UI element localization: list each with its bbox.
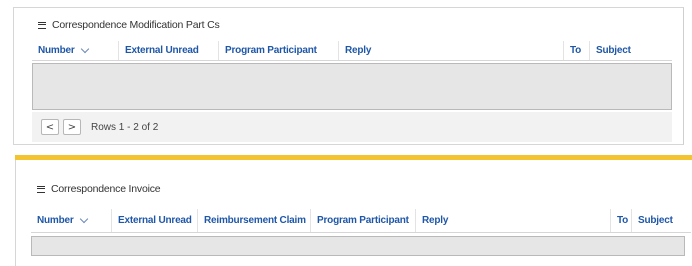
column-header-reply[interactable]: Reply [338, 41, 563, 60]
column-header-to[interactable]: To [610, 209, 631, 232]
menu-icon[interactable] [37, 185, 45, 193]
chevron-down-icon [79, 214, 88, 224]
chevron-right-icon: > [67, 121, 77, 133]
previous-page-button[interactable]: < [41, 119, 59, 135]
column-header-to[interactable]: To [563, 41, 589, 60]
column-header-subject[interactable]: Subject [631, 209, 691, 232]
pagination-bar: < > Rows 1 - 2 of 2 [32, 112, 672, 142]
column-header-external-unread[interactable]: External Unread [111, 209, 197, 232]
table-body-empty [31, 236, 685, 256]
panel-title-text: Correspondence Modification Part Cs [52, 19, 220, 31]
column-header-reimbursement-claim[interactable]: Reimbursement Claim [197, 209, 310, 232]
table-header: Number External Unread Reimbursement Cla… [31, 209, 691, 233]
column-header-number[interactable]: Number [32, 41, 118, 60]
column-header-program-participant[interactable]: Program Participant [310, 209, 415, 232]
chevron-left-icon: < [45, 121, 55, 133]
next-page-button[interactable]: > [63, 119, 81, 135]
column-header-external-unread[interactable]: External Unread [118, 41, 218, 60]
panel-title-text: Correspondence Invoice [51, 183, 161, 195]
column-header-reply[interactable]: Reply [415, 209, 610, 232]
rows-count-text: Rows 1 - 2 of 2 [91, 121, 159, 133]
column-header-number[interactable]: Number [31, 209, 111, 232]
table-header: Number External Unread Program Participa… [32, 41, 672, 61]
correspondence-modification-part-cs-panel: Correspondence Modification Part Cs Numb… [13, 7, 684, 145]
table-body-empty [32, 63, 672, 110]
panel-title: Correspondence Modification Part Cs [38, 19, 220, 31]
panel-title: Correspondence Invoice [37, 183, 161, 195]
column-header-subject[interactable]: Subject [589, 41, 672, 60]
correspondence-invoice-panel: Correspondence Invoice Number External U… [15, 160, 692, 266]
chevron-down-icon [80, 44, 89, 54]
column-header-program-participant[interactable]: Program Participant [218, 41, 338, 60]
menu-icon[interactable] [38, 21, 46, 29]
